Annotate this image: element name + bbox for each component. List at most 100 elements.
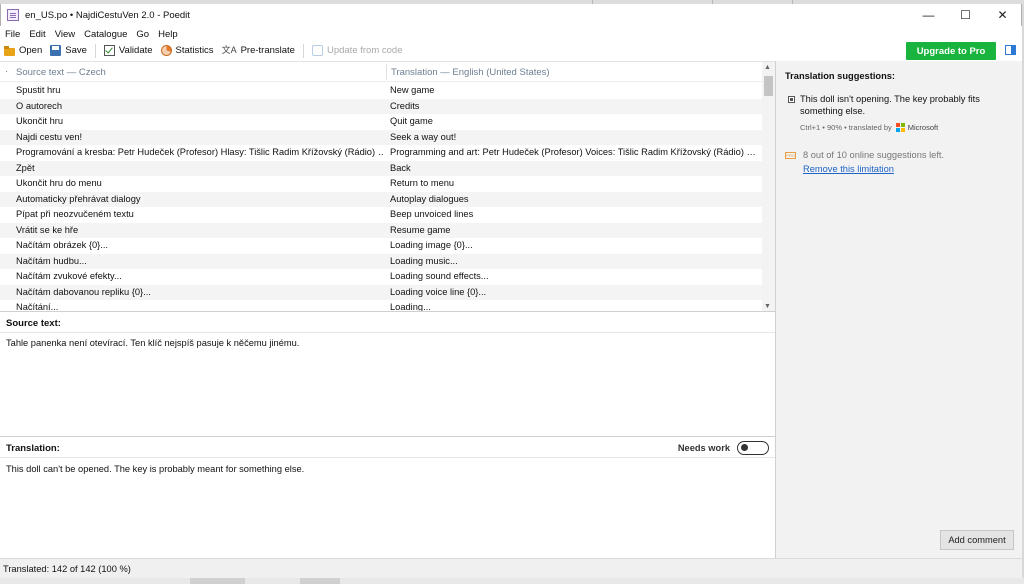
window-title: en_US.po • NajdiCestuVen 2.0 - Poedit (25, 9, 190, 21)
floppy-disk-icon (50, 45, 62, 56)
open-label: Open (19, 45, 43, 56)
source-text-label: Source text: (6, 318, 61, 329)
close-button[interactable]: ✕ (984, 4, 1021, 26)
row-source-text: Načítám zvukové efekty... (16, 271, 122, 281)
column-divider[interactable] (386, 64, 387, 80)
row-source-text: Spustit hru (16, 85, 61, 95)
row-source-text: Ukončit hru do menu (16, 178, 102, 188)
menu-catalogue[interactable]: Catalogue (84, 29, 127, 40)
status-bar: Translated: 142 of 142 (100 %) (0, 558, 1022, 578)
pretranslate-label: Pre-translate (240, 45, 295, 56)
row-source-text: Vrátit se ke hře (16, 224, 79, 235)
toolbar-separator (94, 43, 96, 58)
source-text-panel: Source text: Tahle panenka není otevírac… (0, 313, 775, 437)
suggestion-meta-text: Ctrl+1 • 90% • translated by (800, 123, 892, 132)
scroll-up-arrow-icon[interactable]: ▲ (764, 64, 771, 71)
save-label: Save (65, 45, 87, 56)
needs-work-toggle[interactable] (737, 441, 769, 455)
table-row[interactable]: Zpět Back (0, 160, 762, 176)
needs-work-label: Needs work (677, 443, 730, 453)
row-translation-text: Return to menu (390, 178, 455, 188)
menu-bar: File Edit View Catalogue Go Help (0, 27, 1022, 41)
table-row[interactable]: Ukončit hru Quit game (0, 114, 762, 130)
suggestion-text: This doll isn't opening. The key probabl… (800, 94, 980, 116)
maximize-button[interactable]: ☐ (947, 4, 984, 26)
minimize-button[interactable]: — (910, 4, 947, 26)
update-from-code-button[interactable]: Update from code (311, 45, 402, 56)
row-translation-text: Credits (390, 100, 420, 111)
open-button[interactable]: Open (4, 45, 42, 56)
translation-column-header[interactable]: Translation — English (United States) (391, 67, 550, 78)
row-source-text: O autorech (16, 100, 62, 111)
list-header: · Source text — Czech Translation — Engl… (0, 62, 762, 82)
menu-file[interactable]: File (5, 29, 20, 40)
window-controls: — ☐ ✕ (910, 4, 1021, 26)
menu-edit[interactable]: Edit (29, 29, 45, 40)
row-translation-text: Loading music... (390, 255, 458, 266)
row-translation-text: Programming and art: Petr Hudeček (Profe… (390, 147, 756, 157)
row-source-text: Zpět (16, 162, 35, 173)
taskbar-strip (0, 578, 1024, 584)
divider (0, 332, 775, 333)
scroll-down-arrow-icon[interactable]: ▼ (764, 303, 771, 310)
table-row[interactable]: Načítám zvukové efekty... Loading sound e… (0, 269, 762, 285)
statistics-button[interactable]: Statistics (160, 45, 214, 56)
table-row[interactable]: Automaticky přehrávat dialogy Autoplay di… (0, 191, 762, 207)
validate-button[interactable]: Validate (103, 45, 153, 56)
table-row[interactable]: Načítání... Loading... (0, 300, 762, 312)
table-row[interactable]: Načítám obrázek {0}... Loading image {0}.… (0, 238, 762, 254)
source-column-header[interactable]: Source text — Czech (16, 67, 106, 78)
row-source-text: Načítám hudbu... (16, 255, 87, 266)
suggestions-title: Translation suggestions: (785, 71, 896, 81)
scrollbar-thumb[interactable] (764, 76, 773, 96)
list-scrollbar[interactable]: ▲ ▼ (762, 62, 775, 311)
refresh-code-icon (311, 45, 323, 56)
suggestions-sidebar: Translation suggestions: This doll isn't… (776, 61, 1022, 558)
toolbar: Open Save Validate Statistics 文A Pre-tra… (0, 41, 1022, 60)
taskbar-item (190, 578, 245, 584)
row-source-text: Načítání... (16, 302, 59, 312)
row-source-text: Načítám obrázek {0}... (16, 240, 108, 250)
suggestion-meta: Ctrl+1 • 90% • translated by Microsoft (800, 123, 938, 132)
row-translation-text: Loading voice line {0}... (390, 286, 487, 297)
table-row[interactable]: Načítám dabovanou repliku {0}... Loading … (0, 284, 762, 300)
table-row[interactable]: O autorech Credits (0, 98, 762, 114)
translation-panel: Translation: Needs work This doll can't … (0, 438, 775, 558)
po-file-icon (7, 9, 19, 21)
table-row[interactable]: Ukončit hru do menu Return to menu (0, 176, 762, 192)
add-comment-button[interactable]: Add comment (940, 530, 1014, 550)
translation-input[interactable]: This doll can't be opened. The key is pr… (6, 464, 304, 474)
remove-limitation-link[interactable]: Remove this limitation (803, 164, 894, 174)
row-source-text: Automaticky přehrávat dialogy (16, 193, 141, 204)
status-column-header[interactable]: · (5, 66, 8, 77)
row-source-text: Pípat při neozvučeném textu (16, 209, 134, 219)
row-source-text: Ukončit hru (16, 116, 64, 126)
menu-view[interactable]: View (55, 29, 75, 40)
divider (0, 457, 775, 458)
menu-go[interactable]: Go (136, 29, 149, 40)
row-translation-text: Resume game (390, 224, 451, 235)
row-translation-text: Loading image {0}... (390, 240, 473, 250)
table-row[interactable]: Pípat při neozvučeném textu Beep unvoiced… (0, 207, 762, 223)
table-row[interactable]: Najdi cestu ven! Seek a way out! (0, 129, 762, 145)
microsoft-logo-icon (895, 123, 905, 132)
menu-help[interactable]: Help (158, 29, 178, 40)
table-row[interactable]: Načítám hudbu... Loading music... (0, 253, 762, 269)
row-translation-text: New game (390, 85, 435, 95)
row-translation-text: Back (390, 162, 411, 173)
upgrade-to-pro-button[interactable]: Upgrade to Pro (906, 42, 996, 60)
table-row[interactable]: Vrátit se ke hře Resume game (0, 222, 762, 238)
checkbox-check-icon (103, 45, 115, 56)
pretranslate-button[interactable]: 文A Pre-translate (222, 45, 295, 56)
taskbar-item (300, 578, 340, 584)
row-translation-text: Seek a way out! (390, 131, 457, 142)
save-button[interactable]: Save (50, 45, 87, 56)
row-source-text: Načítám dabovanou repliku {0}... (16, 286, 151, 297)
row-translation-text: Quit game (390, 116, 433, 126)
source-text-content: Tahle panenka není otevírací. Ten klíč n… (6, 338, 300, 348)
pro-badge-icon: PRO (785, 152, 796, 159)
table-row[interactable]: Programování a kresba: Petr Hudeček (Pro… (0, 145, 762, 161)
table-row[interactable]: Spustit hru New game (0, 83, 762, 99)
provider-name: Microsoft (907, 123, 939, 132)
sidebar-toggle-icon[interactable] (1005, 45, 1016, 55)
